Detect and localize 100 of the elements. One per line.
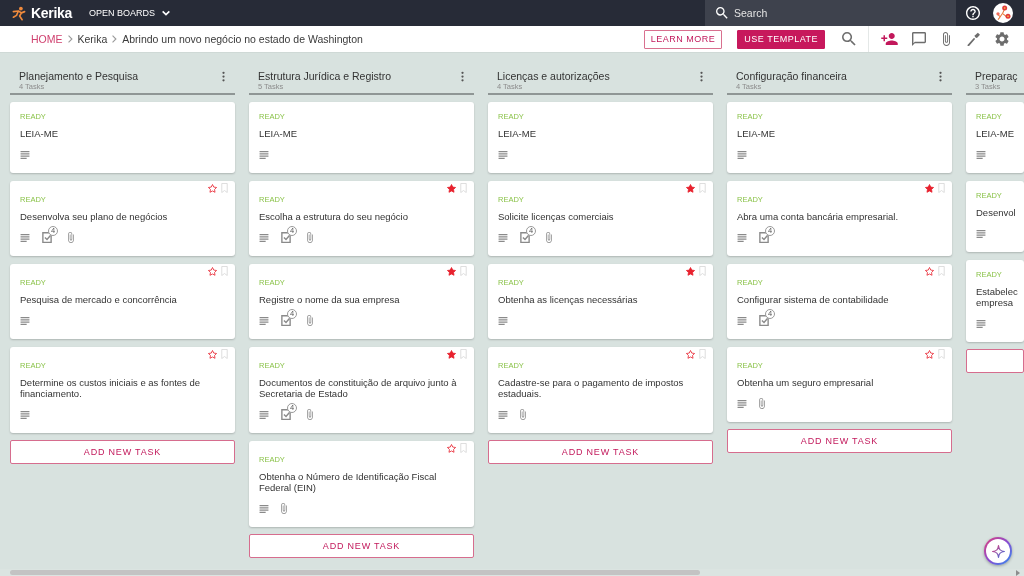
paperclip-icon xyxy=(281,503,287,514)
column-title: Planejamento e Pesquisa xyxy=(19,70,139,82)
star-icon[interactable] xyxy=(925,349,934,359)
text-lines-icon xyxy=(259,233,269,242)
star-icon[interactable] xyxy=(447,349,456,359)
chat-icon[interactable] xyxy=(912,32,926,46)
star-icon[interactable] xyxy=(925,183,934,193)
task-title: Obtenha o Número de Identificação Fiscal Federal (EIN) xyxy=(259,471,438,493)
text-lines-icon xyxy=(737,150,747,159)
task-title: Obtenha um seguro empresarial xyxy=(737,377,874,388)
star-icon[interactable] xyxy=(447,183,456,193)
text-lines-icon xyxy=(20,410,30,419)
star-icon[interactable] xyxy=(208,183,217,193)
paperclip-icon xyxy=(520,409,526,420)
task-title: Cadastre-se para o pagamento de impostos estaduais. xyxy=(498,377,685,399)
breadcrumb-current: Abrindo um novo negócio no estado de Washington xyxy=(122,32,363,46)
star-icon[interactable] xyxy=(447,443,456,453)
task-title: Desenvol xyxy=(976,207,1016,218)
star-icon[interactable] xyxy=(686,183,695,193)
more-vertical-icon[interactable] xyxy=(700,71,703,82)
text-lines-icon xyxy=(737,233,747,242)
add-task-button[interactable]: ADD NEW TASK xyxy=(10,440,235,464)
text-lines-icon xyxy=(976,319,986,328)
text-lines-icon xyxy=(976,150,986,159)
star-icon[interactable] xyxy=(208,349,217,359)
wand-icon[interactable] xyxy=(967,32,981,46)
checklist-icon xyxy=(281,315,291,326)
task-title: Documentos de constituição de arquivo junto à Secretaria de Estado xyxy=(259,377,458,399)
task-title: LEIA-ME xyxy=(259,128,297,139)
star-icon[interactable] xyxy=(686,349,695,359)
boards-menu-button[interactable]: OPEN BOARDS xyxy=(89,7,171,19)
checklist-icon xyxy=(281,232,291,243)
task-title: LEIA-ME xyxy=(20,128,58,139)
sparkle-button[interactable] xyxy=(984,537,1012,565)
task-title: Registre o nome da sua empresa xyxy=(259,294,400,305)
column-title: Configuração financeira xyxy=(736,70,847,82)
add-task-button[interactable]: ADD NEW TASK xyxy=(488,440,713,464)
primary-button[interactable]: USE TEMPLATE xyxy=(737,29,825,49)
checklist-icon xyxy=(42,232,52,243)
task-title: Configurar sistema de contabilidade xyxy=(737,294,889,305)
avatar-icon[interactable] xyxy=(993,3,1013,23)
paperclip-icon xyxy=(307,232,313,243)
star-icon[interactable] xyxy=(208,266,217,276)
paperclip-icon[interactable] xyxy=(943,32,950,46)
add-task-button[interactable]: ADD NEW TASK xyxy=(249,534,474,558)
add-task-button[interactable]: ADD NEW TASK xyxy=(727,429,952,453)
text-lines-icon xyxy=(498,410,508,419)
task-title: LEIA-ME xyxy=(737,128,775,139)
text-lines-icon xyxy=(976,229,986,238)
column-title: Licenças e autorizações xyxy=(497,70,610,82)
chevron-down-icon xyxy=(162,10,171,16)
text-lines-icon xyxy=(259,316,269,325)
star-icon[interactable] xyxy=(686,266,695,276)
more-vertical-icon[interactable] xyxy=(939,71,942,82)
star-icon[interactable] xyxy=(925,266,934,276)
star-icon[interactable] xyxy=(447,266,456,276)
task-title: Desenvolva seu plano de negócios xyxy=(20,211,168,222)
task-title: Escolha a estrutura do seu negócio xyxy=(259,211,408,222)
text-lines-icon xyxy=(498,316,508,325)
logo-text: Kerika xyxy=(31,5,72,21)
text-lines-icon xyxy=(737,399,747,408)
add-task-button[interactable] xyxy=(966,349,1024,373)
checklist-icon xyxy=(759,315,769,326)
chevron-right-icon xyxy=(67,35,73,43)
breadcrumb-link[interactable]: HOME xyxy=(31,32,63,46)
chevron-right-icon xyxy=(112,35,118,43)
task-title: Determine os custos iniciais e as fontes de financiamento. xyxy=(20,377,202,399)
checklist-icon xyxy=(281,409,291,420)
scrollbar-thumb[interactable] xyxy=(10,570,700,575)
task-title: Estabelec empresa xyxy=(976,286,1018,308)
scroll-arrow-icon[interactable] xyxy=(1016,569,1020,576)
text-lines-icon xyxy=(498,233,508,242)
more-vertical-icon[interactable] xyxy=(222,71,225,82)
task-title: Solicite licenças comerciais xyxy=(498,211,614,222)
help-icon[interactable] xyxy=(966,6,980,20)
text-lines-icon xyxy=(20,316,30,325)
paperclip-icon xyxy=(68,232,74,243)
text-lines-icon xyxy=(259,150,269,159)
logo-icon xyxy=(12,5,26,21)
column-title: Estrutura Jurídica e Registro xyxy=(258,70,392,82)
sparkle-icon xyxy=(991,544,1005,558)
column-title: Preparaç xyxy=(975,70,1018,82)
secondary-button[interactable]: LEARN MORE xyxy=(643,29,723,49)
add-person-icon[interactable] xyxy=(881,33,898,45)
search-field[interactable]: Search xyxy=(705,0,956,26)
text-lines-icon xyxy=(737,316,747,325)
checklist-icon xyxy=(520,232,530,243)
text-lines-icon xyxy=(259,504,269,513)
more-vertical-icon[interactable] xyxy=(461,71,464,82)
task-title: LEIA-ME xyxy=(976,128,1014,139)
search-icon xyxy=(716,7,728,19)
task-title: LEIA-ME xyxy=(498,128,536,139)
settings-icon[interactable] xyxy=(995,32,1009,46)
task-title: Obtenha as licenças necessárias xyxy=(498,294,638,305)
paperclip-icon xyxy=(546,232,552,243)
text-lines-icon xyxy=(20,150,30,159)
search-icon[interactable] xyxy=(842,32,856,46)
task-title: Pesquisa de mercado e concorrência xyxy=(20,294,177,305)
paperclip-icon xyxy=(307,409,313,420)
breadcrumb-link[interactable]: Kerika xyxy=(77,32,108,46)
